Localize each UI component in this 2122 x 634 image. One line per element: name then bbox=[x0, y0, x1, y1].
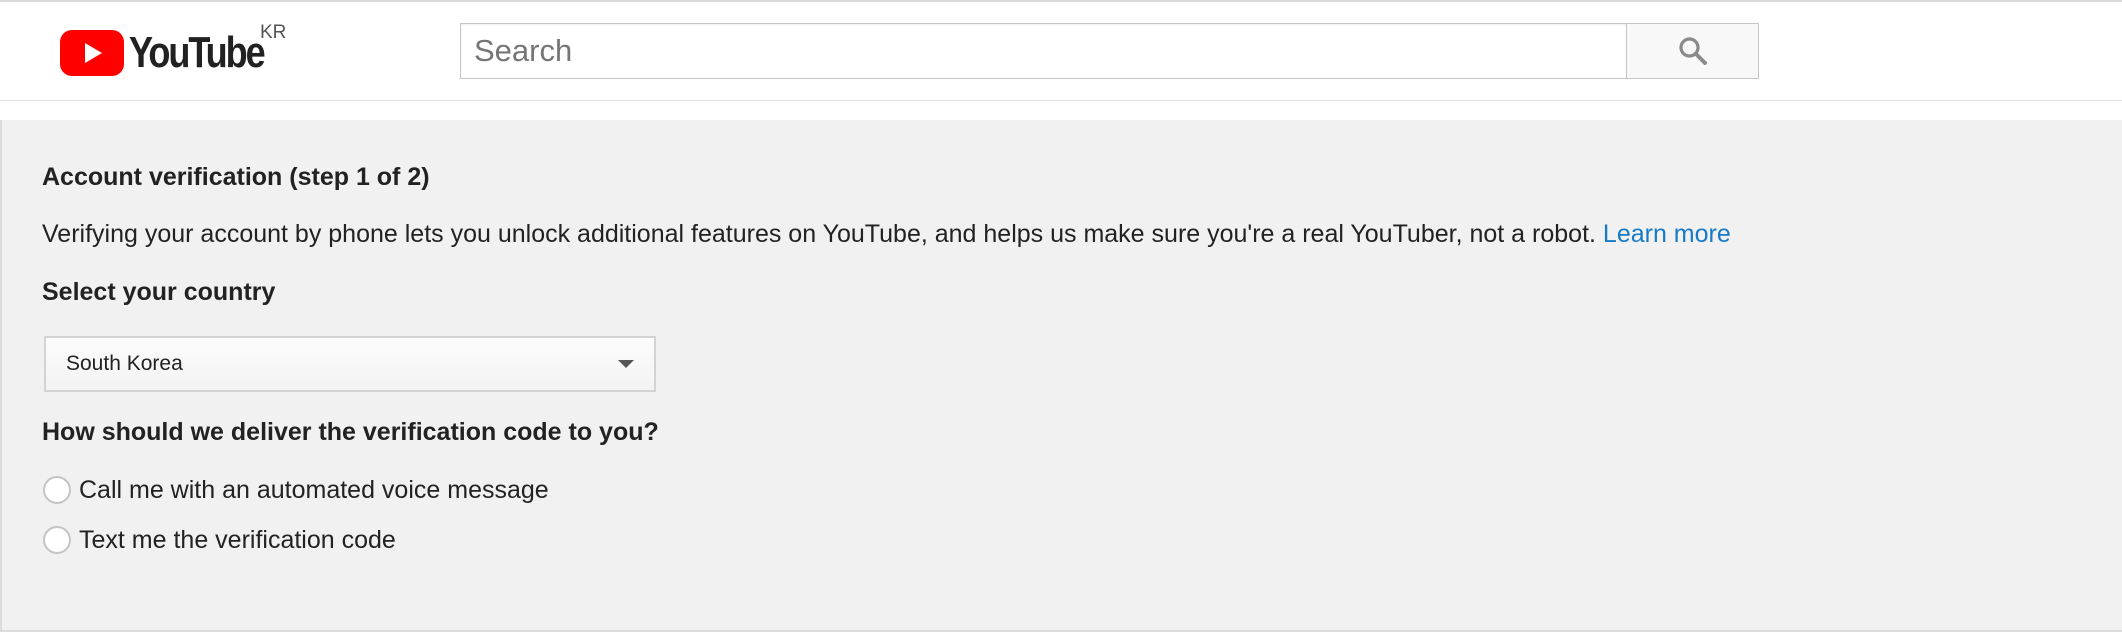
delivery-question: How should we deliver the verification c… bbox=[42, 418, 659, 446]
masthead: YouTube KR bbox=[0, 2, 2122, 101]
page-title: Account verification (step 1 of 2) bbox=[42, 163, 430, 191]
magnifier-icon bbox=[1678, 37, 1707, 65]
country-label: Select your country bbox=[42, 278, 276, 306]
radio-button-voice[interactable] bbox=[43, 476, 71, 504]
country-code-label: KR bbox=[260, 22, 287, 43]
verification-description: Verifying your account by phone lets you… bbox=[42, 219, 1731, 249]
search-button[interactable] bbox=[1626, 23, 1759, 79]
selected-country: South Korea bbox=[66, 352, 183, 375]
search-input[interactable] bbox=[460, 23, 1626, 79]
delivery-option-voice[interactable]: Call me with an automated voice message bbox=[43, 473, 549, 507]
delivery-option-label: Call me with an automated voice message bbox=[79, 476, 549, 504]
verification-panel: Account verification (step 1 of 2) Verif… bbox=[0, 120, 2122, 632]
youtube-logo[interactable]: YouTube bbox=[60, 28, 293, 78]
radio-button-text[interactable] bbox=[43, 526, 71, 554]
youtube-play-icon bbox=[60, 30, 124, 76]
learn-more-link[interactable]: Learn more bbox=[1603, 220, 1731, 248]
country-select[interactable]: South Korea bbox=[44, 336, 656, 392]
dropdown-arrow-icon bbox=[618, 360, 634, 368]
logo-wordmark: YouTube bbox=[129, 28, 266, 77]
delivery-option-text[interactable]: Text me the verification code bbox=[43, 523, 396, 557]
description-text: Verifying your account by phone lets you… bbox=[42, 220, 1596, 248]
delivery-option-label: Text me the verification code bbox=[79, 526, 396, 554]
